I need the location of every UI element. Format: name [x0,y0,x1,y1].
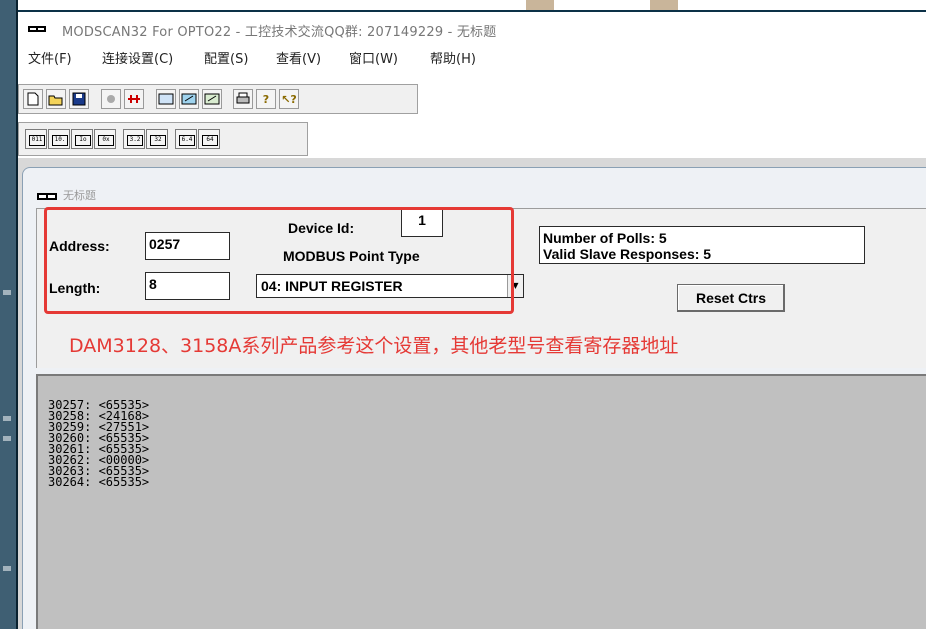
format-integer-button[interactable]: Io [71,129,93,149]
desktop-icon-fragment [3,436,11,441]
format-hex-button[interactable]: 0x [94,129,116,149]
desktop-icon-fragment [3,290,11,295]
window-title: MODSCAN32 For OPTO22 - 工控技术交流QQ群: 207149… [62,25,497,40]
connect-icon[interactable] [101,89,121,109]
highlight-box [44,207,514,314]
window-top-edge [18,0,926,12]
register-list: 30257: <65535> 30258: <24168> 30259: <27… [48,399,150,489]
register-address: 30264 [48,475,85,489]
format-double-swap-button[interactable]: 64 [198,129,220,149]
format-binary-button[interactable]: 011 [25,129,47,149]
write-coil-icon[interactable] [202,89,222,109]
display-options-icon[interactable] [156,89,176,109]
toolbar-panel: ? ↖? [18,84,418,114]
document-icon [37,193,57,200]
save-disk-icon[interactable] [69,89,89,109]
register-data-area[interactable]: 30257: <65535> 30258: <24168> 30259: <27… [36,374,926,629]
write-register-icon[interactable] [179,89,199,109]
disconnect-icon[interactable] [124,89,144,109]
format-decimal-button[interactable]: 10. [48,129,70,149]
print-icon[interactable] [233,89,253,109]
desktop-icon-fragment [3,566,11,571]
desktop-background [0,0,16,629]
number-of-polls: Number of Polls: 5 [543,230,667,246]
toolbar-panel: 011 10. Io 0x 3.2 32 6.4 64 [18,122,308,156]
context-help-icon[interactable]: ↖? [279,89,299,109]
menu-file[interactable]: 文件(F) [28,48,72,67]
register-row: 30264: <65535> [48,475,150,489]
title-bar[interactable]: MODSCAN32 For OPTO22 - 工控技术交流QQ群: 207149… [18,14,926,44]
menu-window[interactable]: 窗口(W) [349,48,398,67]
app-icon[interactable] [28,26,46,32]
background-fragment [650,0,678,10]
main-toolbar: ? ↖? [18,84,926,114]
format-double-button[interactable]: 6.4 [175,129,197,149]
reset-counters-button[interactable]: Reset Ctrs [677,284,785,312]
format-float-button[interactable]: 3.2 [123,129,145,149]
annotation-note: DAM3128、3158A系列产品参考这个设置，其他老型号查看寄存器地址 [69,335,679,357]
child-window-title: 无标题 [63,189,96,202]
background-fragment [526,0,554,10]
open-folder-icon[interactable] [46,89,66,109]
menu-connect[interactable]: 连接设置(C) [102,48,173,67]
valid-slave-responses: Valid Slave Responses: 5 [543,246,712,262]
menu-bar: 文件(F) 连接设置(C) 配置(S) 查看(V) 窗口(W) 帮助(H) [18,44,926,68]
menu-view[interactable]: 查看(V) [276,48,321,67]
menu-setup[interactable]: 配置(S) [204,48,248,67]
desktop-icon-fragment [3,416,11,421]
display-format-toolbar: 011 10. Io 0x 3.2 32 6.4 64 [18,122,926,156]
help-icon[interactable]: ? [256,89,276,109]
register-value: <65535> [98,475,150,489]
new-document-icon[interactable] [23,89,43,109]
poll-statistics: Number of Polls: 5 Valid Slave Responses… [539,226,865,264]
format-float-swap-button[interactable]: 32 [146,129,168,149]
menu-help[interactable]: 帮助(H) [430,48,476,67]
